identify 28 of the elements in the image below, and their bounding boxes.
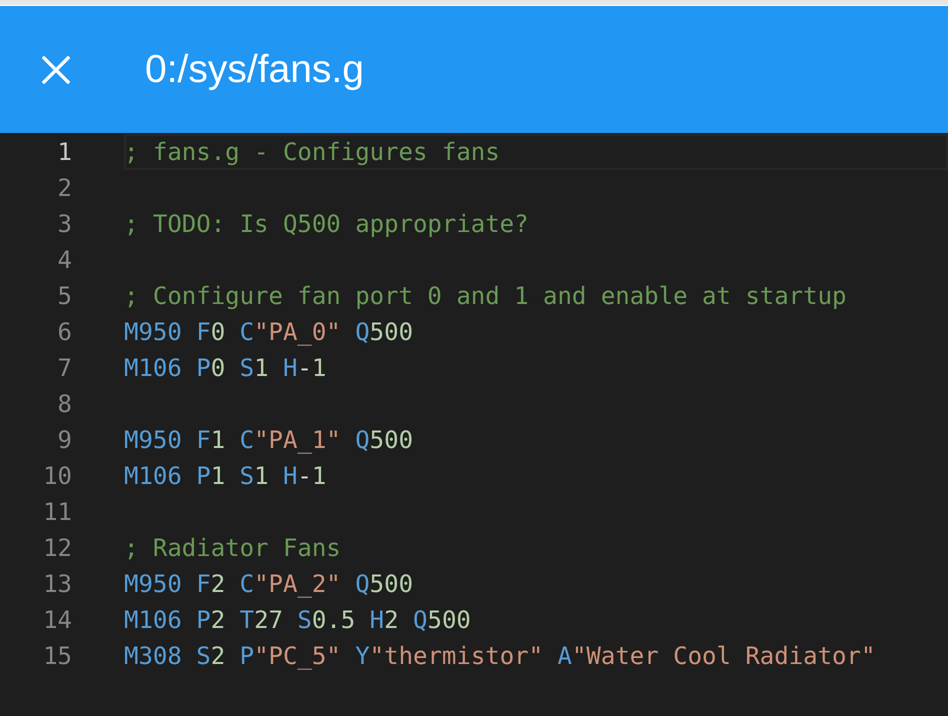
line-number: 6 bbox=[56, 317, 72, 348]
line-number: 7 bbox=[56, 353, 72, 384]
code-line: ; fans.g - Configures fans bbox=[124, 137, 500, 167]
line-number: 9 bbox=[56, 425, 72, 456]
close-icon bbox=[42, 56, 70, 84]
code-line: M950 F1 C"PA_1" Q500 bbox=[124, 425, 414, 455]
line-number: 13 bbox=[42, 569, 72, 600]
code-line: M950 F2 C"PA_2" Q500 bbox=[124, 569, 414, 599]
code-line: ; Configure fan port 0 and 1 and enable at startup bbox=[124, 281, 846, 311]
line-number: 12 bbox=[42, 533, 72, 564]
code-line: M950 F0 C"PA_0" Q500 bbox=[124, 317, 414, 347]
code-line: ; Radiator Fans bbox=[124, 533, 341, 563]
line-number: 8 bbox=[56, 389, 72, 420]
code-line: M106 P1 S1 H-1 bbox=[124, 461, 326, 491]
line-number: 10 bbox=[42, 461, 72, 492]
line-number: 14 bbox=[42, 605, 72, 636]
line-number: 2 bbox=[56, 173, 72, 204]
line-number: 3 bbox=[56, 209, 72, 240]
line-number: 15 bbox=[42, 641, 72, 672]
line-number: 1 bbox=[56, 137, 72, 168]
code-line: ; TODO: Is Q500 appropriate? bbox=[124, 209, 529, 239]
code-line: M106 P2 T27 S0.5 H2 Q500 bbox=[124, 605, 471, 635]
line-number: 4 bbox=[56, 245, 72, 276]
code-line: M308 S2 P"PC_5" Y"thermistor" A"Water Cool Radiator" bbox=[124, 641, 876, 671]
code-line: M106 P0 S1 H-1 bbox=[124, 353, 326, 383]
file-path-title: 0:/sys/fans.g bbox=[145, 46, 364, 92]
line-number: 5 bbox=[56, 281, 72, 312]
line-number: 11 bbox=[42, 497, 72, 528]
